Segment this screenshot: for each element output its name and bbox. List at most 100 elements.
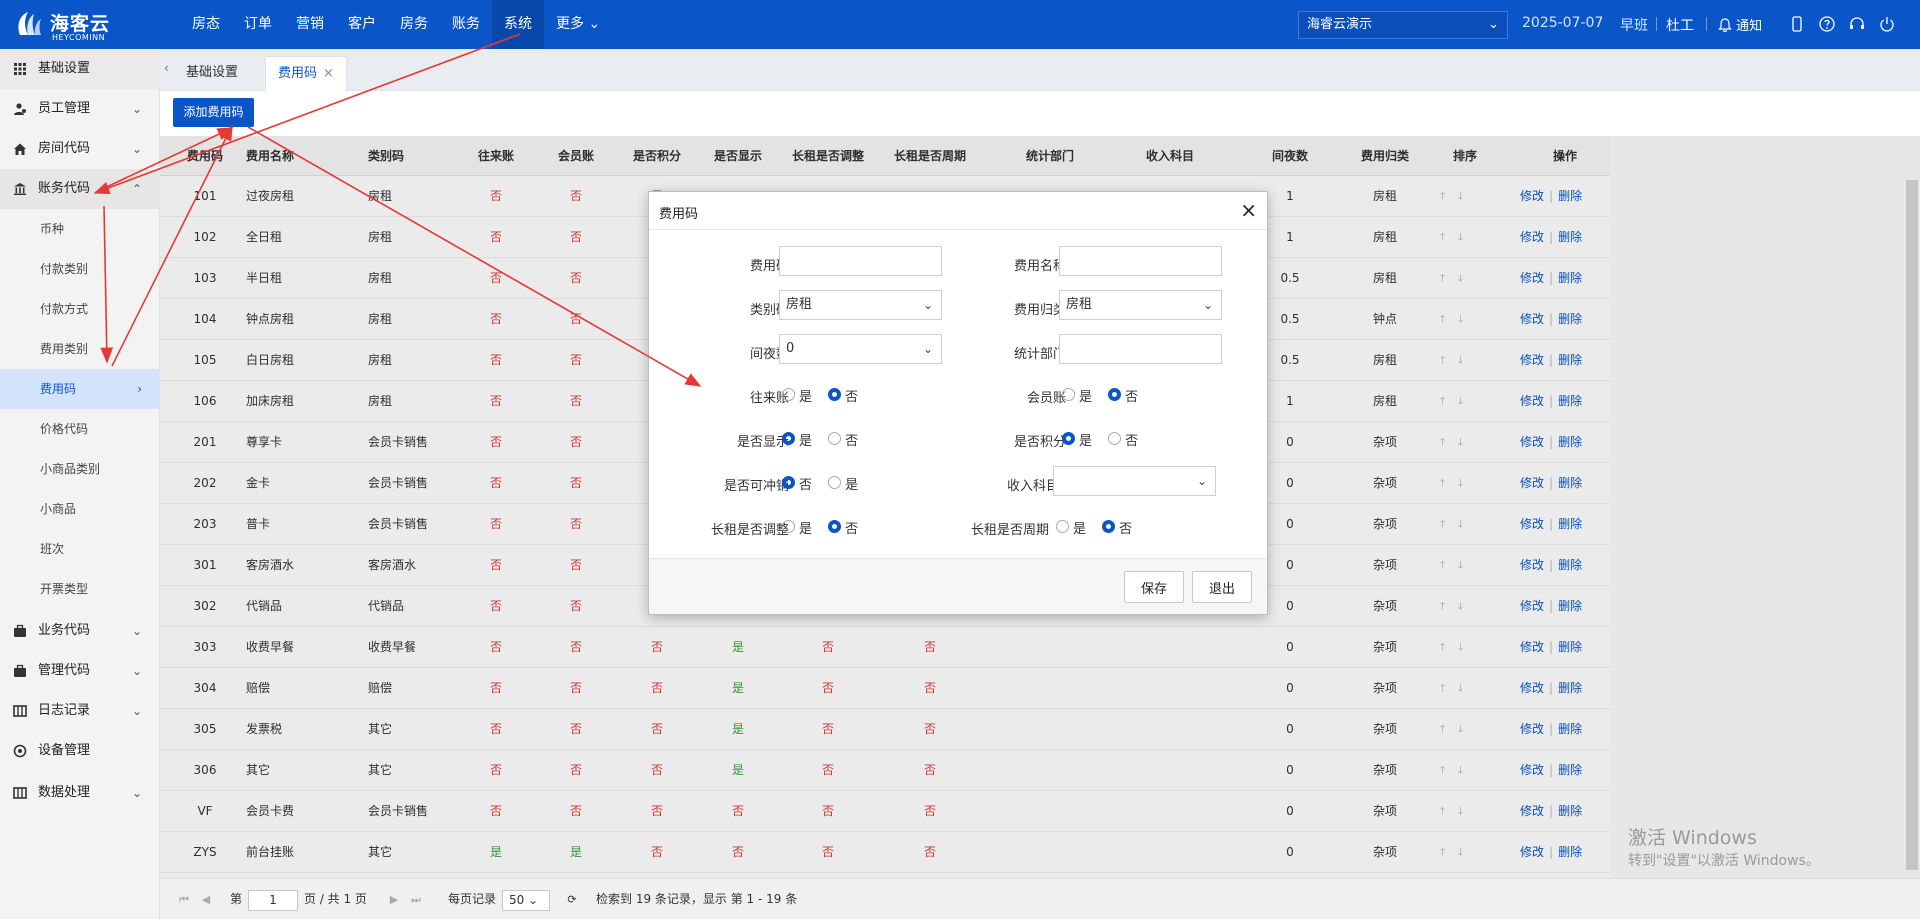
nights-select[interactable]: 0 ⌄: [779, 334, 942, 364]
member-yes-radio[interactable]: [1062, 388, 1075, 401]
label-dept: 统计部门: [1013, 347, 1066, 362]
sidebar-item-label: 管理代码: [38, 663, 91, 678]
sidebar-item-room-codes[interactable]: 房间代码 ⌄: [0, 129, 160, 169]
ar-no-radio[interactable]: [828, 388, 842, 401]
points-yes-radio[interactable]: [1062, 432, 1075, 445]
sidebar-item-account-codes[interactable]: 账务代码 ⌃: [0, 169, 160, 209]
display-radio-group: 是 否: [782, 430, 870, 450]
sidebar-sub-payment-method[interactable]: 付款方式: [0, 289, 160, 329]
label-lt-adjust: 长租是否调整: [710, 523, 789, 538]
fee-code-input[interactable]: [779, 246, 942, 276]
sidebar-sub-fee-category[interactable]: 费用类别: [0, 329, 160, 369]
refresh-icon[interactable]: ⟳: [564, 891, 580, 909]
page-total: 页 / 共 1 页: [304, 892, 367, 906]
bank-icon: [14, 183, 26, 195]
scrollbar-thumb[interactable]: [1906, 180, 1918, 870]
label-member: 会员账: [1026, 391, 1066, 406]
logo-mark-icon: [18, 12, 41, 35]
sidebar-item-staff[interactable]: 员工管理 ⌄: [0, 89, 160, 129]
close-icon[interactable]: ×: [323, 66, 334, 81]
power-icon[interactable]: [1878, 15, 1896, 33]
sidebar-sub-shift[interactable]: 班次: [0, 529, 160, 569]
chevron-left-icon[interactable]: ‹: [164, 61, 169, 75]
add-fee-code-button[interactable]: 添加费用码: [173, 98, 254, 127]
income-select[interactable]: ⌄: [1053, 466, 1216, 496]
table-icon: [13, 705, 27, 717]
label-reversible: 是否可冲销: [723, 479, 789, 494]
lt-period-no-radio[interactable]: [1102, 520, 1116, 533]
notify-button[interactable]: 通知: [1718, 15, 1762, 34]
fee-name-input[interactable]: [1059, 246, 1222, 276]
sidebar-item-label: 日志记录: [38, 703, 91, 718]
nav-item-accounts[interactable]: 账务: [440, 0, 492, 49]
current-shift: 早班: [1620, 18, 1648, 34]
dept-input[interactable]: [1059, 334, 1222, 364]
chevron-right-icon: ›: [137, 382, 142, 396]
save-button[interactable]: 保存: [1124, 571, 1184, 603]
sidebar-item-business-codes[interactable]: 业务代码 ⌄: [0, 611, 160, 651]
nav-item-orders[interactable]: 订单: [232, 0, 284, 49]
chevron-down-icon: ⌄: [588, 16, 601, 32]
sidebar-item-basic-settings[interactable]: 基础设置: [0, 49, 160, 89]
display-yes-radio[interactable]: [782, 432, 795, 445]
mobile-icon[interactable]: [1788, 15, 1806, 33]
sidebar-item-devices[interactable]: 设备管理: [0, 731, 160, 771]
radio-label-no: 否: [799, 478, 813, 493]
windows-watermark-title: 激活 Windows: [1628, 827, 1757, 849]
class-select-value: 房租: [1066, 297, 1093, 312]
member-no-radio[interactable]: [1108, 388, 1122, 401]
sidebar-sub-invoice-type[interactable]: 开票类型: [0, 569, 160, 609]
first-page-icon[interactable]: ⏮: [176, 891, 192, 909]
tab-bar: ‹ 基础设置 费用码 ×: [160, 49, 1920, 91]
tab-fee-code[interactable]: 费用码 ×: [265, 56, 347, 91]
sidebar-item-data-processing[interactable]: 数据处理 ⌄: [0, 773, 160, 813]
sidebar-sub-fee-code[interactable]: 费用码 ›: [0, 369, 160, 409]
radio-label-yes: 是: [845, 478, 859, 493]
class-select[interactable]: 房租 ⌄: [1059, 290, 1222, 320]
help-icon[interactable]: [1818, 15, 1836, 33]
lt-adjust-no-radio[interactable]: [828, 520, 842, 533]
bell-icon: [1718, 18, 1732, 33]
lt-adjust-yes-radio[interactable]: [782, 520, 795, 533]
category-select[interactable]: 房租 ⌄: [779, 290, 942, 320]
next-page-icon[interactable]: ▶: [386, 891, 402, 909]
label-ar: 往来账: [749, 391, 789, 406]
display-no-radio[interactable]: [828, 432, 842, 445]
sidebar-sub-goods-category[interactable]: 小商品类别: [0, 449, 160, 489]
nav-item-more[interactable]: 更多 ⌄: [544, 0, 612, 49]
page-prefix: 第: [230, 892, 243, 906]
hotel-select[interactable]: 海睿云演示 ⌄: [1298, 11, 1508, 39]
sidebar-sub-price-code[interactable]: 价格代码: [0, 409, 160, 449]
prev-page-icon[interactable]: ◀: [198, 891, 214, 909]
close-icon[interactable]: ×: [1240, 198, 1257, 222]
sidebar-item-management-codes[interactable]: 管理代码 ⌄: [0, 651, 160, 691]
sidebar-sub-goods[interactable]: 小商品: [0, 489, 160, 529]
exit-button[interactable]: 退出: [1192, 571, 1252, 603]
brand-logo[interactable]: 海客云 HEYCOMINN: [14, 7, 114, 43]
sidebar-item-label: 基础设置: [38, 61, 91, 76]
sidebar-item-logs[interactable]: 日志记录 ⌄: [0, 691, 160, 731]
nav-item-customers[interactable]: 客户: [336, 0, 388, 49]
category-select-value: 房租: [786, 297, 813, 312]
sidebar-sub-currency[interactable]: 币种: [0, 209, 160, 249]
brand-name: 海客云: [50, 13, 111, 35]
reversible-no-radio[interactable]: [782, 476, 795, 489]
tab-basic-settings[interactable]: 基础设置: [174, 56, 250, 91]
nav-item-marketing[interactable]: 营销: [284, 0, 336, 49]
sidebar-sub-payment-category[interactable]: 付款类别: [0, 249, 160, 289]
dialog-title: 费用码: [659, 207, 699, 222]
lt-period-yes-radio[interactable]: [1056, 520, 1069, 533]
page-number-input[interactable]: 1: [248, 890, 298, 911]
headset-icon[interactable]: [1848, 15, 1866, 33]
reversible-yes-radio[interactable]: [828, 476, 842, 489]
current-user[interactable]: 杜工: [1666, 15, 1694, 35]
last-page-icon[interactable]: ⏭: [408, 891, 424, 909]
points-no-radio[interactable]: [1108, 432, 1122, 445]
nav-item-room-status[interactable]: 房态: [180, 0, 232, 49]
sidebar-item-label: 业务代码: [38, 623, 91, 638]
device-icon: [13, 744, 27, 758]
ar-yes-radio[interactable]: [782, 388, 795, 401]
nav-item-housekeeping[interactable]: 房务: [388, 0, 440, 49]
per-page-select[interactable]: 50 ⌄: [502, 890, 550, 911]
nav-item-system[interactable]: 系统: [492, 0, 544, 49]
